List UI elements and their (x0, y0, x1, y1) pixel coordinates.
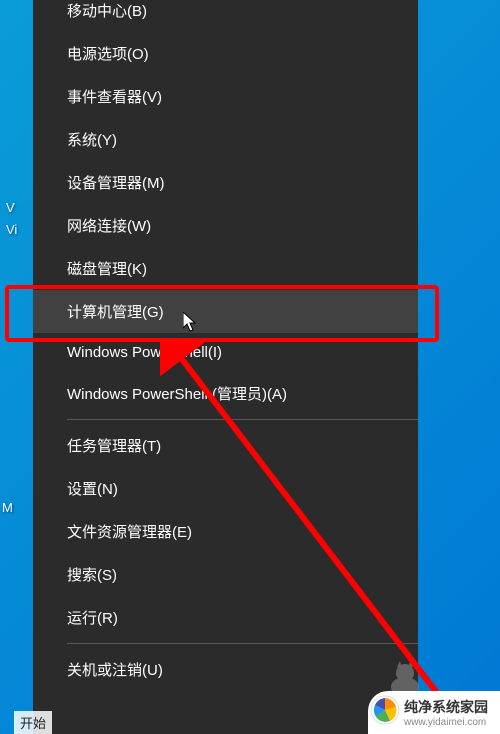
menu-item-event-viewer[interactable]: 事件查看器(V) (33, 75, 418, 118)
menu-item-label: Windows PowerShell(I) (67, 344, 222, 361)
desktop-icon-label: V (6, 200, 15, 215)
menu-item-label: Windows PowerShell (管理员)(A) (67, 386, 287, 403)
watermark-logo-icon (370, 695, 400, 725)
menu-item-disk-management[interactable]: 磁盘管理(K) (33, 247, 418, 290)
menu-item-label: 任务管理器(T) (67, 438, 161, 455)
menu-item-label: 运行(R) (67, 610, 118, 627)
menu-item-network-connections[interactable]: 网络连接(W) (33, 204, 418, 247)
menu-item-power-options[interactable]: 电源选项(O) (33, 32, 418, 75)
menu-item-label: 文件资源管理器(E) (67, 524, 192, 541)
menu-item-label: 关机或注销(U) (67, 662, 163, 679)
menu-item-label: 网络连接(W) (67, 218, 151, 235)
menu-item-label: 设置(N) (67, 481, 118, 498)
menu-item-system[interactable]: 系统(Y) (33, 118, 418, 161)
menu-item-label: 事件查看器(V) (67, 89, 162, 106)
winx-context-menu: 移动中心(B) 电源选项(O) 事件查看器(V) 系统(Y) 设备管理器(M) … (33, 0, 418, 734)
start-button-tooltip: 开始 (14, 711, 52, 734)
desktop-icon-label: Vi (6, 222, 17, 237)
menu-item-label: 移动中心(B) (67, 3, 147, 20)
menu-item-mobility-center[interactable]: 移动中心(B) (33, 0, 418, 32)
menu-item-label: 磁盘管理(K) (67, 261, 147, 278)
watermark-title: 纯净系统家园 (404, 697, 488, 717)
menu-item-settings[interactable]: 设置(N) (33, 467, 418, 510)
menu-item-file-explorer[interactable]: 文件资源管理器(E) (33, 510, 418, 553)
menu-item-computer-management[interactable]: 计算机管理(G) (33, 290, 418, 333)
menu-item-shutdown-signout[interactable]: 关机或注销(U) (33, 648, 418, 691)
menu-item-label: 设备管理器(M) (67, 175, 165, 192)
menu-item-device-manager[interactable]: 设备管理器(M) (33, 161, 418, 204)
menu-separator (67, 419, 418, 420)
menu-item-label: 电源选项(O) (67, 46, 149, 63)
menu-item-search[interactable]: 搜索(S) (33, 553, 418, 596)
desktop-icon-label: M (2, 500, 13, 515)
watermark-url: www.yidaimei.com (404, 717, 486, 728)
menu-item-label: 系统(Y) (67, 132, 117, 149)
menu-item-label: 搜索(S) (67, 567, 117, 584)
menu-item-powershell[interactable]: Windows PowerShell(I) (33, 333, 418, 372)
menu-item-run[interactable]: 运行(R) (33, 596, 418, 639)
menu-separator (67, 643, 418, 644)
watermark-badge: 纯净系统家园 www.yidaimei.com (368, 691, 500, 734)
menu-item-powershell-admin[interactable]: Windows PowerShell (管理员)(A) (33, 372, 418, 415)
menu-item-label: 计算机管理(G) (67, 304, 164, 321)
menu-item-task-manager[interactable]: 任务管理器(T) (33, 424, 418, 467)
